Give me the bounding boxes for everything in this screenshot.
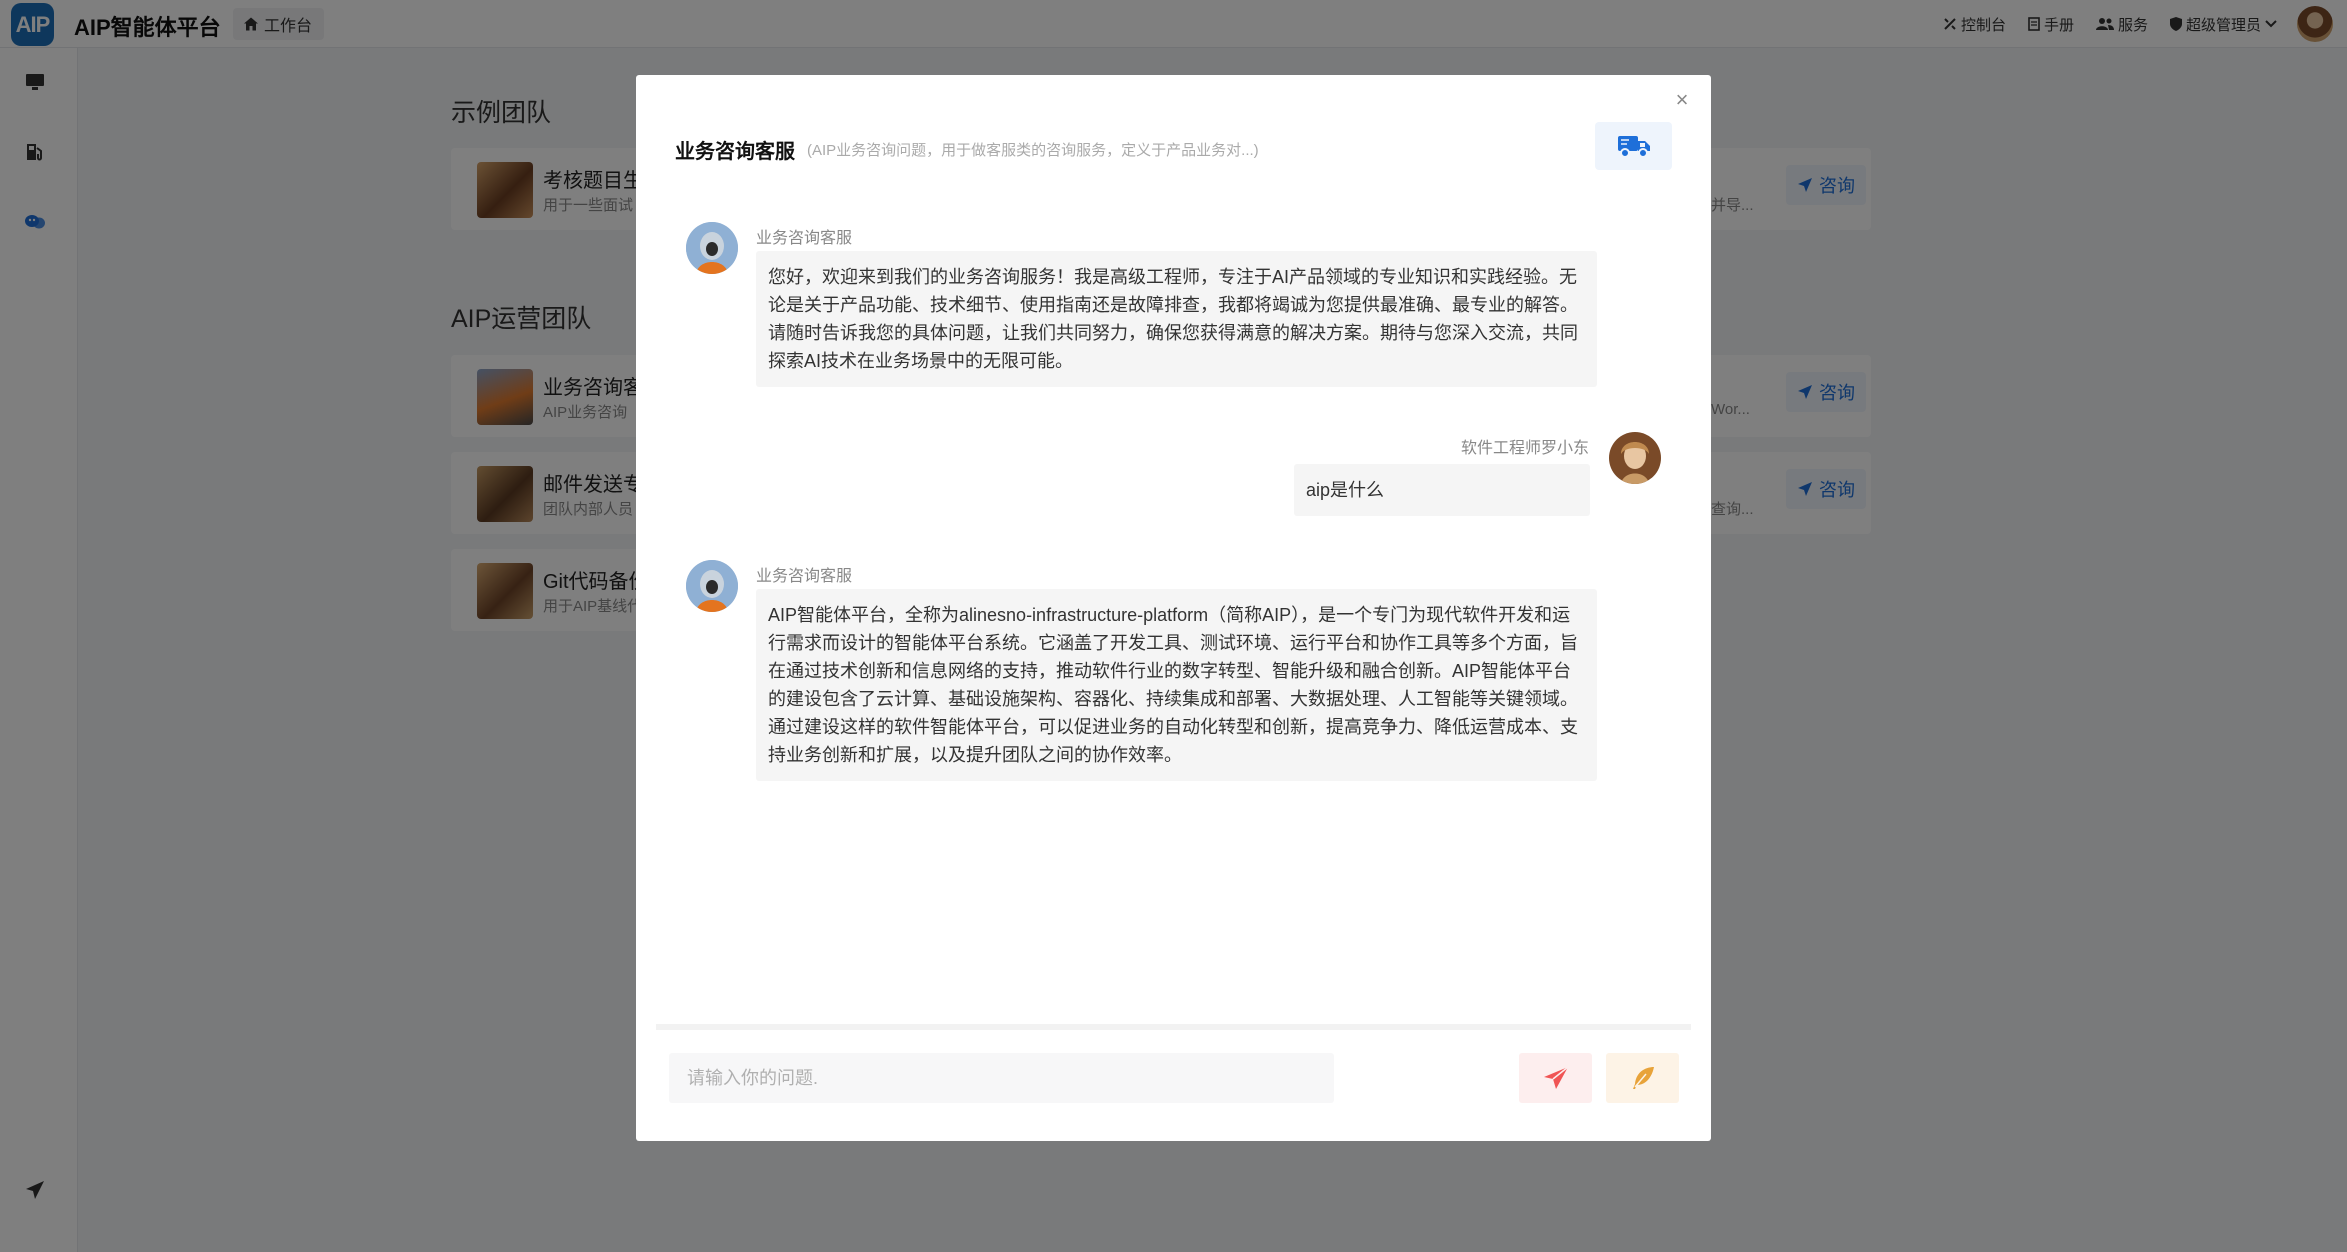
- dialog-title: 业务咨询客服: [675, 141, 795, 163]
- close-icon[interactable]: ×: [1671, 89, 1693, 111]
- message-author: 业务咨询客服: [756, 568, 853, 585]
- chat-dialog: × 业务咨询客服 (AIP业务咨询问题，用于做客服类的咨询服务，定义于产品业务对…: [636, 75, 1711, 1141]
- bot-message: 您好，欢迎来到我们的业务咨询服务！我是高级工程师，专注于AI产品领域的专业知识和…: [756, 251, 1597, 387]
- send-icon: [1543, 1066, 1568, 1089]
- message-author: 业务咨询客服: [756, 230, 853, 247]
- dialog-subtitle: (AIP业务咨询问题，用于做客服类的咨询服务，定义于产品业务对...): [807, 142, 1259, 159]
- user-avatar: [1609, 432, 1661, 484]
- bot-avatar: [686, 560, 738, 612]
- bot-avatar: [686, 222, 738, 274]
- message-author: 软件工程师罗小东: [1461, 440, 1590, 457]
- truck-icon: [1617, 136, 1650, 158]
- feather-button[interactable]: [1606, 1053, 1679, 1103]
- question-input[interactable]: [669, 1053, 1334, 1103]
- user-message: aip是什么: [1294, 464, 1590, 516]
- divider: [656, 1024, 1691, 1030]
- feather-icon: [1632, 1067, 1654, 1089]
- truck-button[interactable]: [1595, 122, 1672, 170]
- bot-message: AIP智能体平台，全称为alinesno-infrastructure-plat…: [756, 589, 1597, 781]
- send-button[interactable]: [1519, 1053, 1592, 1103]
